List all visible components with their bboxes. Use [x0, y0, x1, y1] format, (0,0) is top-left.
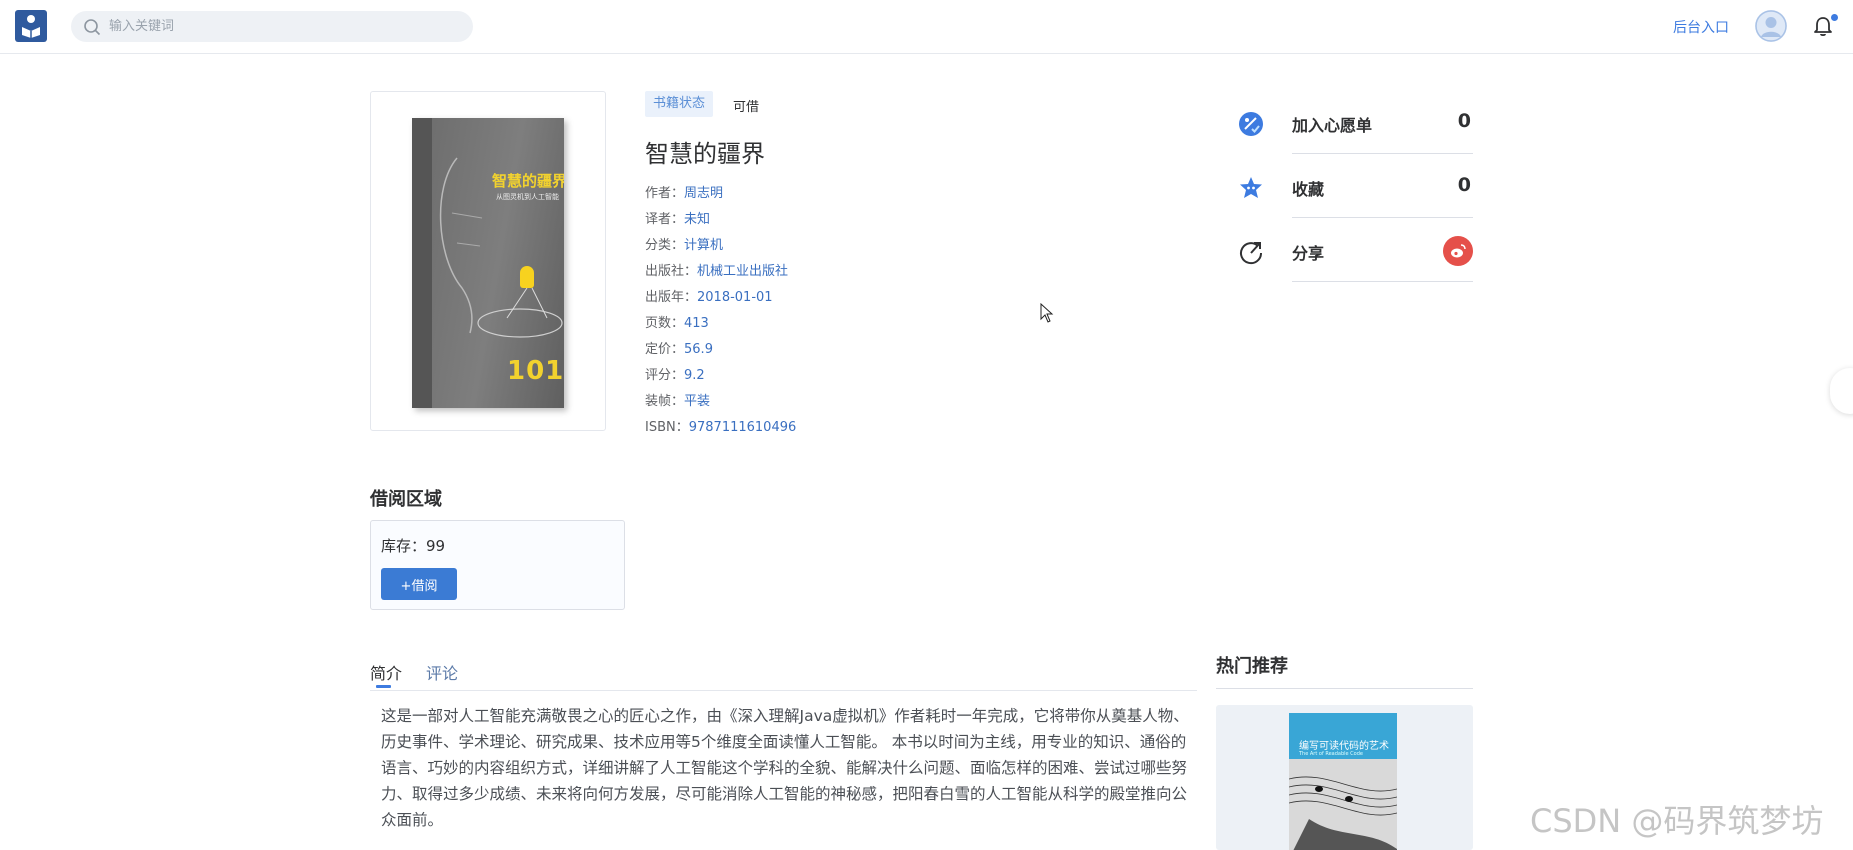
favorite-action[interactable]: 收藏 0 — [1237, 154, 1473, 218]
share-label: 分享 — [1292, 244, 1325, 263]
hot-section-title: 热门推荐 — [1216, 656, 1288, 677]
category-link[interactable]: 计算机 — [684, 238, 723, 253]
floating-assistant-button[interactable] — [1830, 368, 1853, 414]
stock-info: 库存：99 — [381, 537, 446, 555]
cover-number-text: 101 — [507, 356, 564, 386]
user-avatar-icon — [1755, 10, 1787, 42]
recommended-book-title: 编写可读代码的艺术 — [1299, 741, 1389, 752]
divider — [1292, 281, 1473, 282]
author-link[interactable]: 周志明 — [684, 186, 723, 201]
cover-bulb-graphic — [520, 266, 534, 288]
stock-value: 99 — [426, 537, 446, 555]
info-isbn: ISBN：9787111610496 — [645, 420, 797, 435]
info-pages: 页数：413 — [645, 316, 709, 331]
info-publish-year: 出版年：2018-01-01 — [645, 290, 773, 305]
weibo-icon — [1451, 244, 1466, 258]
price-value: 56.9 — [684, 342, 713, 357]
rating-value: 9.2 — [684, 368, 705, 383]
borrow-box: 库存：99 +借阅 — [370, 520, 625, 610]
info-translator: 译者：未知 — [645, 212, 711, 227]
hot-recommend-card[interactable]: 编写可读代码的艺术 The Art of Readable Code — [1216, 705, 1473, 850]
info-rating: 评分：9.2 — [645, 368, 705, 383]
info-binding: 装帧：平装 — [645, 394, 711, 409]
wishlist-label: 加入心愿单 — [1292, 116, 1373, 135]
pages-value: 413 — [684, 316, 709, 331]
top-header: 后台入口 — [0, 0, 1853, 54]
wishlist-icon — [1239, 112, 1263, 136]
share-icon — [1240, 242, 1263, 265]
notification-dot — [1831, 14, 1838, 21]
book-status-value: 可借 — [733, 100, 760, 115]
mouse-cursor-icon — [1040, 303, 1054, 323]
info-price: 定价：56.9 — [645, 342, 713, 357]
hot-divider — [1216, 688, 1473, 689]
recommended-book-cover[interactable]: 编写可读代码的艺术 The Art of Readable Code — [1289, 713, 1397, 850]
info-publisher: 出版社：机械工业出版社 — [645, 264, 789, 279]
favorite-label: 收藏 — [1292, 180, 1325, 199]
publish-year-value: 2018-01-01 — [697, 290, 773, 305]
book-cover-frame: 智慧的疆界 从图灵机到人工智能 101 — [370, 91, 606, 431]
admin-entry-link[interactable]: 后台入口 — [1673, 17, 1729, 37]
info-category: 分类：计算机 — [645, 238, 724, 253]
weibo-share-button[interactable] — [1443, 236, 1473, 266]
search-icon — [84, 18, 101, 35]
tab-intro[interactable]: 简介 — [370, 660, 402, 684]
wishlist-action[interactable]: 加入心愿单 0 — [1237, 90, 1473, 154]
isbn-value: 9787111610496 — [688, 420, 797, 435]
user-avatar[interactable] — [1755, 10, 1787, 42]
translator-value: 未知 — [684, 212, 711, 227]
share-action[interactable]: 分享 — [1237, 218, 1473, 282]
reader-logo-icon — [22, 15, 40, 38]
publisher-link[interactable]: 机械工业出版社 — [697, 264, 788, 279]
cover-subtitle-text: 从图灵机到人工智能 — [496, 193, 559, 201]
active-tab-indicator — [376, 685, 391, 688]
borrow-section-title: 借阅区域 — [370, 489, 442, 510]
borrow-button[interactable]: +借阅 — [381, 568, 457, 600]
wishlist-count: 0 — [1457, 110, 1471, 132]
search-input[interactable] — [109, 19, 469, 34]
book-status-tag: 书籍状态 — [645, 91, 714, 117]
favorite-count: 0 — [1457, 174, 1471, 196]
search-bar[interactable] — [71, 11, 473, 42]
site-logo[interactable] — [15, 10, 47, 42]
tab-divider — [370, 690, 1197, 691]
cover-title-text: 智慧的疆界 — [492, 172, 564, 190]
info-author: 作者：周志明 — [645, 186, 724, 201]
star-icon — [1240, 177, 1262, 198]
book-cover-image: 智慧的疆界 从图灵机到人工智能 101 — [412, 118, 564, 408]
recommended-book-subtitle: The Art of Readable Code — [1299, 751, 1363, 757]
sheet-music-illustration — [1289, 759, 1397, 850]
tab-comments[interactable]: 评论 — [426, 660, 458, 684]
book-title: 智慧的疆界 — [645, 140, 765, 168]
csdn-watermark: CSDN @码界筑梦坊 — [1530, 802, 1824, 840]
binding-value: 平装 — [684, 394, 711, 409]
book-introduction: 这是一部对人工智能充满敬畏之心的匠心之作，由《深入理解Java虚拟机》作者耗时一… — [381, 707, 1189, 829]
